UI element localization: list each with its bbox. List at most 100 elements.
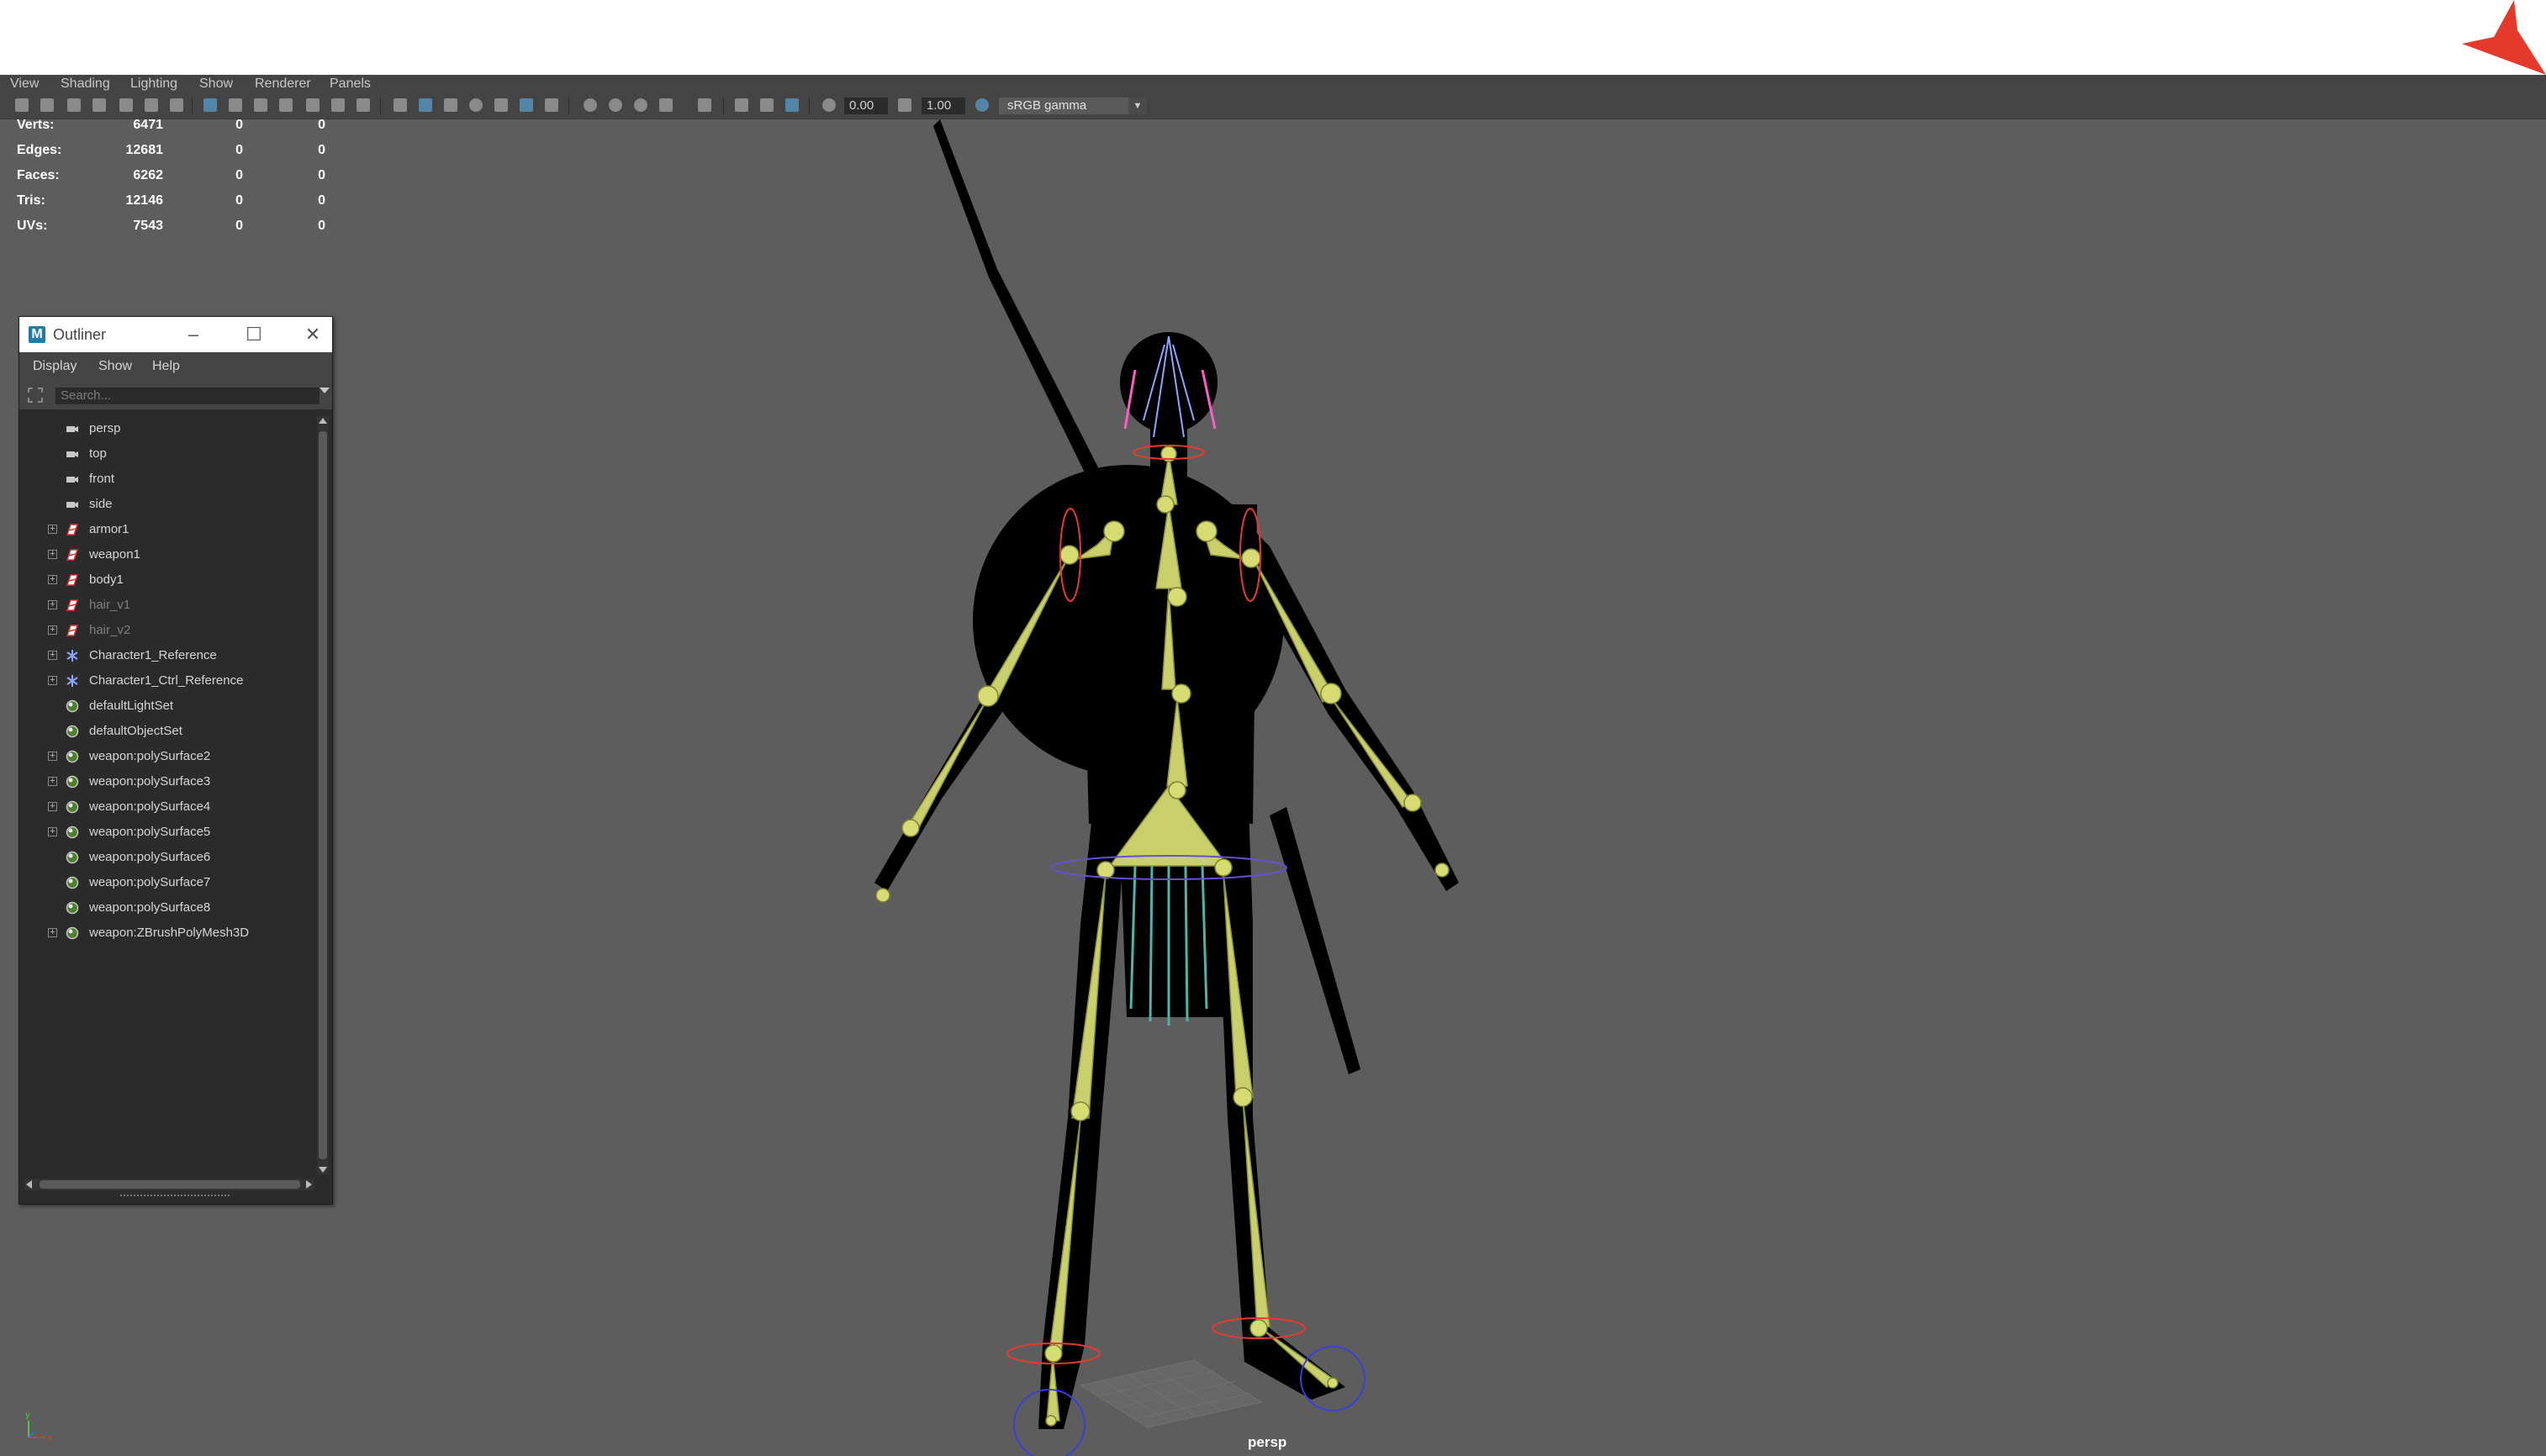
outliner-item[interactable]: persp: [19, 416, 314, 441]
film-gate-icon[interactable]: [229, 98, 242, 112]
outliner-item-label: body1: [89, 572, 124, 587]
gate-mask-icon[interactable]: [279, 98, 293, 112]
search-options-icon[interactable]: [320, 388, 330, 393]
grid-icon[interactable]: [203, 98, 217, 112]
outliner-item[interactable]: + weapon:ZBrushPolyMesh3D: [19, 921, 314, 946]
motion-blur-icon[interactable]: [584, 98, 597, 112]
select-arrow-icon[interactable]: [698, 98, 711, 112]
outliner-item-label: top: [89, 446, 107, 461]
field-chart-icon[interactable]: [306, 98, 320, 112]
chevron-down-icon: ▼: [1128, 98, 1147, 114]
menu-panels[interactable]: Panels: [330, 76, 371, 92]
outliner-item[interactable]: top: [19, 441, 314, 467]
outliner-horizontal-scrollbar[interactable]: [24, 1179, 314, 1190]
viewport-scene[interactable]: [0, 0, 2546, 1456]
xray-icon[interactable]: [659, 98, 673, 112]
ambient-occlusion-icon[interactable]: [545, 98, 558, 112]
outliner-item[interactable]: defaultLightSet: [19, 694, 314, 719]
multisample-icon[interactable]: [609, 98, 622, 112]
scroll-up-icon[interactable]: [319, 418, 327, 424]
color-management-icon[interactable]: [975, 98, 989, 112]
safe-action-icon[interactable]: [331, 98, 345, 112]
expand-icon[interactable]: +: [48, 802, 57, 811]
minimize-icon[interactable]: –: [181, 323, 206, 346]
isolate-select-icon[interactable]: [735, 98, 748, 112]
outliner-item[interactable]: weapon:polySurface8: [19, 895, 314, 921]
grease-pencil-icon[interactable]: [119, 98, 133, 112]
outliner-item-label: weapon:ZBrushPolyMesh3D: [89, 926, 250, 940]
outliner-item[interactable]: defaultObjectSet: [19, 719, 314, 744]
resize-grip[interactable]: [120, 1195, 230, 1200]
gamma-field[interactable]: 1.00: [922, 98, 965, 114]
outliner-item[interactable]: weapon:polySurface6: [19, 845, 314, 870]
outliner-item[interactable]: + hair_v2: [19, 618, 314, 643]
outliner-vertical-scrollbar[interactable]: [317, 416, 329, 1174]
hud-icon[interactable]: [785, 98, 799, 112]
scroll-down-icon[interactable]: [319, 1167, 327, 1173]
close-icon[interactable]: ✕: [300, 323, 325, 346]
scroll-thumb[interactable]: [319, 431, 327, 1159]
expand-icon[interactable]: +: [48, 777, 57, 786]
maximize-icon[interactable]: ☐: [241, 323, 267, 346]
set-icon: [66, 851, 79, 864]
menu-view[interactable]: View: [10, 76, 39, 92]
shadows-icon[interactable]: [520, 98, 533, 112]
scroll-thumb[interactable]: [40, 1180, 300, 1189]
outliner-item[interactable]: + weapon:polySurface5: [19, 820, 314, 845]
scroll-right-icon[interactable]: [306, 1180, 312, 1189]
camera-attributes-icon[interactable]: [40, 98, 54, 112]
xray-joints-icon[interactable]: [760, 98, 774, 112]
expand-icon[interactable]: +: [48, 550, 57, 559]
wireframe-icon[interactable]: [394, 98, 407, 112]
outliner-menu-show[interactable]: Show: [98, 359, 132, 374]
color-space-select[interactable]: sRGB gamma ▼: [999, 98, 1147, 114]
outliner-menu-help[interactable]: Help: [152, 359, 180, 374]
safe-title-icon[interactable]: [357, 98, 370, 112]
outliner-item[interactable]: weapon:polySurface7: [19, 870, 314, 895]
textures-icon[interactable]: [469, 98, 483, 112]
outliner-search-input[interactable]: Search...: [55, 388, 320, 404]
select-camera-icon[interactable]: [15, 98, 29, 112]
outliner-item[interactable]: front: [19, 467, 314, 492]
outliner-item[interactable]: + weapon1: [19, 542, 314, 567]
menu-renderer[interactable]: Renderer: [255, 76, 311, 92]
outliner-item[interactable]: + hair_v1: [19, 593, 314, 618]
gamma-icon[interactable]: [898, 98, 911, 112]
outliner-item[interactable]: + weapon:polySurface4: [19, 794, 314, 820]
menu-show[interactable]: Show: [199, 76, 233, 92]
exposure-icon[interactable]: [822, 98, 836, 112]
outliner-menu-display[interactable]: Display: [33, 359, 77, 374]
expand-icon[interactable]: +: [48, 827, 57, 836]
expand-icon[interactable]: +: [48, 525, 57, 534]
expand-icon[interactable]: +: [48, 752, 57, 761]
outliner-titlebar[interactable]: M Outliner – ☐ ✕: [19, 317, 332, 352]
outliner-item[interactable]: side: [19, 492, 314, 517]
pencil-icon[interactable]: [170, 98, 183, 112]
outliner-item[interactable]: + body1: [19, 567, 314, 593]
bookmark-icon[interactable]: [67, 98, 81, 112]
image-plane-icon[interactable]: [92, 98, 106, 112]
outliner-item[interactable]: + Character1_Reference: [19, 643, 314, 668]
expand-icon[interactable]: +: [48, 625, 57, 635]
expand-icon[interactable]: +: [48, 928, 57, 937]
outliner-item[interactable]: + armor1: [19, 517, 314, 542]
expand-icon[interactable]: +: [48, 651, 57, 660]
expand-icon[interactable]: +: [48, 600, 57, 609]
outliner-item[interactable]: + weapon:polySurface2: [19, 744, 314, 769]
default-material-icon[interactable]: [444, 98, 457, 112]
expand-icon[interactable]: +: [48, 676, 57, 685]
filter-icon[interactable]: [28, 388, 43, 403]
expand-icon[interactable]: +: [48, 575, 57, 584]
menu-shading[interactable]: Shading: [61, 76, 110, 92]
smooth-shade-icon[interactable]: [419, 98, 432, 112]
menu-lighting[interactable]: Lighting: [130, 76, 177, 92]
outliner-item[interactable]: + weapon:polySurface3: [19, 769, 314, 794]
depth-of-field-icon[interactable]: [634, 98, 647, 112]
hud-row: Faces: 6262 0 0: [0, 167, 336, 193]
scroll-left-icon[interactable]: [26, 1180, 32, 1189]
lights-icon[interactable]: [494, 98, 508, 112]
two-d-pan-icon[interactable]: [145, 98, 158, 112]
exposure-field[interactable]: 0.00: [844, 98, 888, 114]
resolution-gate-icon[interactable]: [254, 98, 267, 112]
outliner-item[interactable]: + Character1_Ctrl_Reference: [19, 668, 314, 694]
